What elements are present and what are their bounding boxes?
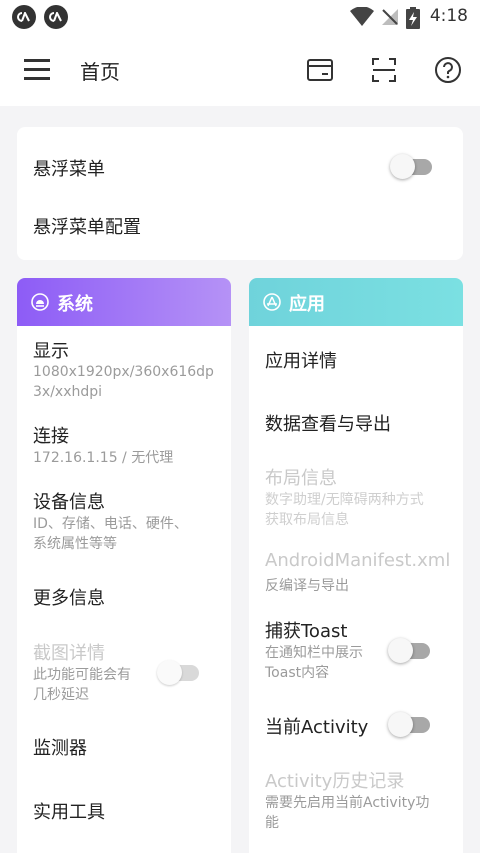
app-store-icon xyxy=(263,293,281,311)
card-icon[interactable] xyxy=(305,55,335,85)
floating-menu-card: 悬浮菜单 悬浮菜单配置 xyxy=(17,127,463,260)
list-item-label: 截图详情 xyxy=(33,643,105,664)
floating-menu-config-label[interactable]: 悬浮菜单配置 xyxy=(33,213,141,239)
system-header-title: 系统 xyxy=(57,294,93,315)
floating-menu-toggle[interactable] xyxy=(390,152,434,180)
apps-header-title: 应用 xyxy=(289,294,325,315)
list-item-sub: 数字助理/无障碍两种方式 获取布局信息 xyxy=(265,492,424,528)
no-signal-icon xyxy=(382,9,398,25)
list-item-label: 布局信息 xyxy=(265,468,337,489)
capture-toast-toggle[interactable] xyxy=(388,636,432,664)
list-item-sub: 1080x1920px/360x616dp 3x/xxhdpi xyxy=(33,364,214,400)
app-bar: 首页 xyxy=(0,34,480,106)
clock: 4:18 xyxy=(429,6,468,26)
list-item-label: 捕获Toast xyxy=(265,621,348,642)
list-item-label: 实用工具 xyxy=(33,802,105,823)
list-item-label: 设备信息 xyxy=(33,492,105,513)
status-bar: 4:18 xyxy=(0,0,480,34)
list-item-label: 数据查看与导出 xyxy=(265,414,391,435)
apps-header: 应用 xyxy=(249,278,463,326)
list-item-label: 应用详情 xyxy=(265,351,337,372)
help-icon[interactable] xyxy=(433,55,463,85)
screenshot-details-toggle[interactable] xyxy=(157,658,201,686)
list-item-sub: 此功能可能会有 几秒延迟 xyxy=(33,667,131,703)
app-badge-icon xyxy=(12,5,36,29)
list-item-label: 当前Activity xyxy=(265,717,369,738)
page-title: 首页 xyxy=(80,60,120,84)
list-item-sub: 需要先启用当前Activity功 能 xyxy=(265,795,430,831)
system-header: 系统 xyxy=(17,278,231,326)
android-icon xyxy=(31,293,49,311)
app-badge-icon xyxy=(44,5,68,29)
list-item-label: 更多信息 xyxy=(33,588,105,609)
list-item-label: AndroidManifest.xml xyxy=(265,550,451,571)
list-item-label: 显示 xyxy=(33,341,69,362)
list-item-sub: 在通知栏中展示 Toast内容 xyxy=(265,645,363,681)
list-item-sub: 反编译与导出 xyxy=(265,578,349,594)
menu-icon[interactable] xyxy=(24,57,52,83)
list-item-sub: ID、存储、电话、硬件、 系统属性等等 xyxy=(33,516,188,552)
system-card: 系统 显示 1080x1920px/360x616dp 3x/xxhdpi 连接… xyxy=(17,278,231,853)
current-activity-toggle[interactable] xyxy=(388,710,432,738)
list-item-sub: 172.16.1.15 / 无代理 xyxy=(33,450,174,466)
list-item-label: 监测器 xyxy=(33,738,87,759)
list-item-label: 连接 xyxy=(33,426,69,447)
floating-menu-label[interactable]: 悬浮菜单 xyxy=(33,155,105,181)
wifi-icon xyxy=(350,7,374,26)
list-item-label: Activity历史记录 xyxy=(265,771,405,792)
scan-icon[interactable] xyxy=(369,55,399,85)
battery-charging-icon xyxy=(406,7,420,29)
apps-card: 应用 应用详情 数据查看与导出 布局信息 数字助理/无障碍两种方式 获取布局信息… xyxy=(249,278,463,853)
